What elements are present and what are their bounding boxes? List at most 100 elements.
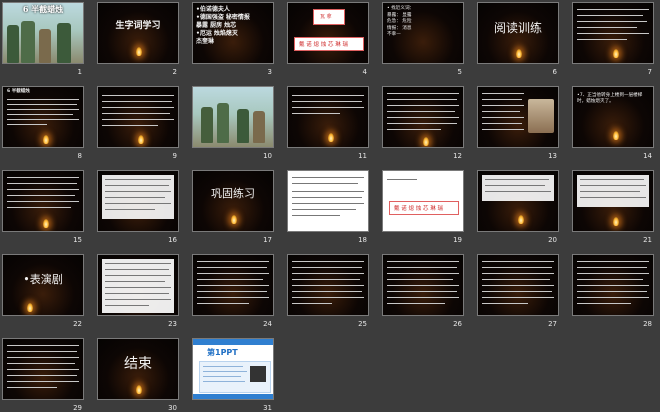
slide-number: 4 (362, 68, 367, 76)
soldier-figure (21, 21, 35, 63)
slide-thumbnail-18[interactable] (287, 170, 369, 232)
text-line (482, 273, 554, 274)
text-line (577, 39, 627, 40)
character-text: 戴 诺 熄 烛 芯 琳 瑞 (394, 206, 443, 212)
slide-thumbnail-7[interactable] (572, 2, 654, 64)
text-line (387, 129, 441, 130)
text-line (102, 113, 170, 114)
slide-thumbnail-20[interactable] (477, 170, 559, 232)
slide-thumbnail-9[interactable] (97, 86, 179, 148)
slide-thumbnail-31[interactable]: 第1PPT (192, 338, 274, 400)
vocab-line: •厄运 烛焰熄灭 (196, 30, 238, 37)
text-line (105, 203, 171, 204)
text-line (7, 183, 77, 184)
text-line (105, 197, 165, 198)
text-line (197, 273, 269, 274)
text-line (102, 107, 174, 108)
candle-flame-icon (516, 49, 522, 58)
text-line (387, 179, 417, 180)
text-line (577, 27, 637, 28)
text-line (7, 124, 47, 125)
slide-thumbnail-15[interactable] (2, 170, 84, 232)
text-line (197, 285, 269, 286)
slide-thumbnail-4[interactable]: 瓦 拿 戴 诺 熄 烛 芯 琳 瑞 (287, 2, 369, 64)
candle-flame-icon (518, 215, 524, 224)
text-line (292, 291, 362, 292)
text-line (580, 191, 640, 192)
slide-thumbnail-14[interactable]: •7、正当他转身上楼到一层楼梯时，蜡烛熄灭了。 (572, 86, 654, 148)
text-line (203, 376, 241, 377)
text-line (7, 207, 71, 208)
text-line (292, 215, 340, 216)
slide-thumbnail-2[interactable]: 生字词学习 (97, 2, 179, 64)
slide-thumbnail-12[interactable] (382, 86, 464, 148)
slide-thumbnail-17[interactable]: 巩固练习 (192, 170, 274, 232)
slide-number: 22 (73, 320, 82, 328)
slide-thumbnail-26[interactable] (382, 254, 464, 316)
slide-thumbnail-19[interactable]: 戴 诺 熄 烛 芯 琳 瑞 (382, 170, 464, 232)
slide-thumbnail-8[interactable]: 6 半截蜡烛 (2, 86, 84, 148)
slide-thumbnail-29[interactable] (2, 338, 84, 400)
slide-thumbnail-5[interactable]: • 找近义词： 暴露： 显露 危急： 危险 情报： 消息 不幸— (382, 2, 464, 64)
text-line (197, 267, 267, 268)
text-line (105, 209, 155, 210)
slide-number: 8 (77, 152, 82, 160)
slide-thumbnail-27[interactable] (477, 254, 559, 316)
woman-figure (39, 29, 51, 63)
slide-thumbnail-11[interactable] (287, 86, 369, 148)
text-line (482, 279, 550, 280)
text-line (105, 281, 165, 282)
slide-number: 27 (548, 320, 557, 328)
text-line (482, 297, 554, 298)
qr-code-icon (250, 366, 266, 382)
slide-number: 28 (643, 320, 652, 328)
text-line (292, 209, 356, 210)
text-line (482, 123, 522, 124)
text-line (387, 285, 459, 286)
vocab-line: 杰奎琳 (196, 38, 215, 45)
text-line (387, 105, 459, 106)
text-line (7, 363, 75, 364)
slide-thumbnail-24[interactable] (192, 254, 274, 316)
slide-thumbnail-1[interactable]: 6 半截蜡烛 (2, 2, 84, 64)
slide-thumbnail-30[interactable]: 结束 (97, 338, 179, 400)
text-line (7, 104, 77, 105)
slide-number: 11 (358, 152, 367, 160)
slide-thumbnail-25[interactable] (287, 254, 369, 316)
text-line (577, 279, 643, 280)
text-line (292, 273, 364, 274)
text-line (292, 113, 340, 114)
synonym-list: • 找近义词： 暴露： 显露 危急： 危险 情报： 消息 不幸— (387, 6, 414, 39)
text-line (387, 297, 459, 298)
text-line (482, 93, 524, 94)
text-line (580, 179, 644, 180)
slide-number: 10 (263, 152, 272, 160)
slide-title: 生字词学习 (115, 21, 161, 31)
text-line (105, 185, 169, 186)
slide-thumbnail-13[interactable] (477, 86, 559, 148)
text-line (482, 291, 552, 292)
slide-thumbnail-3[interactable]: •伯诺德夫人 •德国强盗 秘密情报 暴露 厨房 烛芯 •厄运 烛焰熄灭 杰奎琳 (192, 2, 274, 64)
slide-thumbnail-16[interactable] (97, 170, 179, 232)
text-line (7, 189, 79, 190)
slide-thumbnail-28[interactable] (572, 254, 654, 316)
text-line (292, 267, 362, 268)
slide-thumbnail-22[interactable]: •表演剧 (2, 254, 84, 316)
slide-thumbnail-10[interactable] (192, 86, 274, 148)
slide-thumbnail-23[interactable] (97, 254, 179, 316)
text-line (577, 33, 649, 34)
character-text: 瓦 拿 (320, 14, 332, 20)
slide-number: 18 (358, 236, 367, 244)
soldier-figure (7, 25, 19, 63)
text-line (292, 197, 362, 198)
character-box: 瓦 拿 (313, 9, 345, 25)
slide-thumbnail-6[interactable]: 阅读训练 (477, 2, 559, 64)
slide-number: 29 (73, 404, 82, 412)
slide-thumbnail-21[interactable] (572, 170, 654, 232)
slide-number: 19 (453, 236, 462, 244)
text-line (292, 101, 362, 102)
character-text: 戴 诺 熄 烛 芯 琳 瑞 (299, 42, 348, 48)
text-line (7, 375, 77, 376)
slide-number: 15 (73, 236, 82, 244)
text-line (482, 99, 522, 100)
